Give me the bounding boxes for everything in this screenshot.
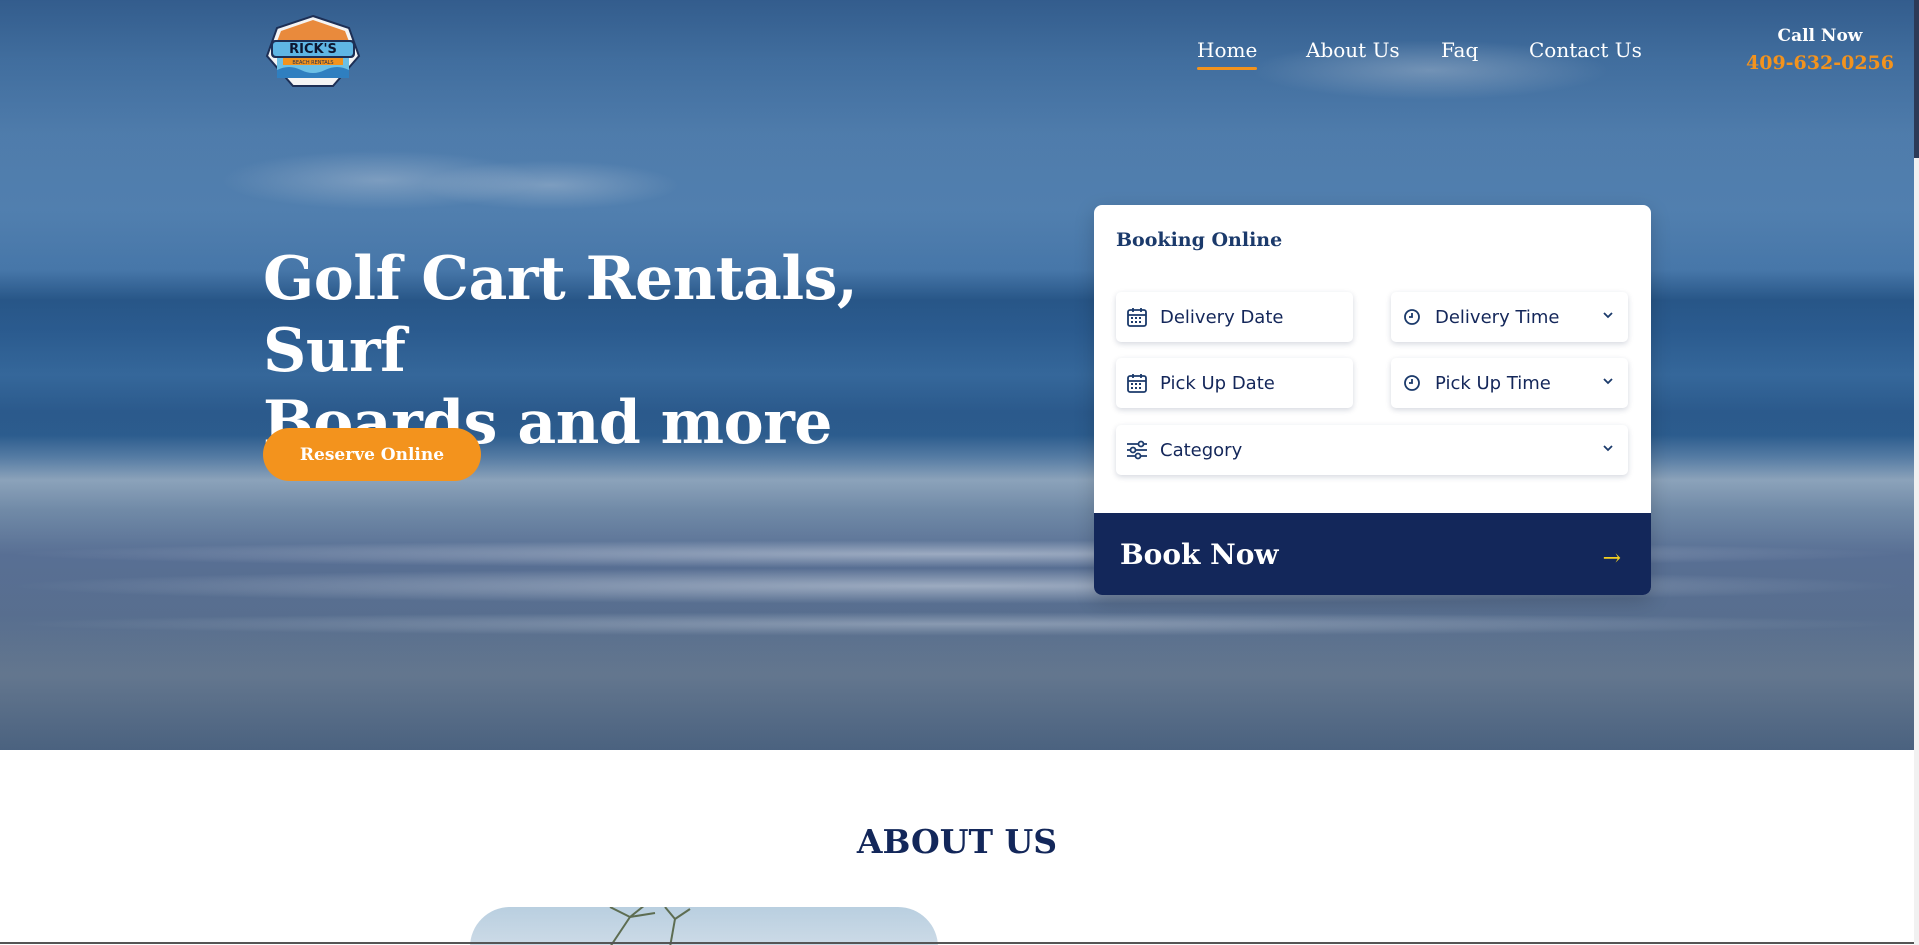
delivery-time-label: Delivery Time: [1435, 306, 1560, 328]
delivery-time-select[interactable]: Delivery Time: [1391, 292, 1628, 342]
reserve-online-button[interactable]: Reserve Online: [263, 428, 481, 481]
chevron-down-icon: [1603, 445, 1613, 452]
pickup-time-label: Pick Up Time: [1435, 372, 1551, 394]
clock-icon: [1401, 372, 1423, 394]
phone-number-link[interactable]: 409-632-0256: [1745, 52, 1895, 74]
about-us-heading: ABOUT US: [856, 822, 1058, 861]
book-now-label: Book Now: [1120, 537, 1279, 571]
sliders-icon: [1126, 439, 1148, 461]
pickup-date-label: Pick Up Date: [1160, 372, 1275, 394]
clock-icon: [1401, 306, 1423, 328]
call-now-block: Call Now 409-632-0256: [1745, 26, 1895, 74]
logo-subtext: BEACH RENTALS: [292, 60, 333, 66]
category-label: Category: [1160, 439, 1243, 461]
chevron-down-icon: [1603, 312, 1613, 319]
divider: [0, 942, 1914, 944]
calendar-icon: [1126, 306, 1148, 328]
palm-tree-image: [609, 907, 691, 945]
pickup-date-field[interactable]: Pick Up Date: [1116, 358, 1353, 408]
pickup-time-select[interactable]: Pick Up Time: [1391, 358, 1628, 408]
booking-card: Booking Online Delivery Date Delivery Ti…: [1094, 205, 1651, 595]
call-now-label: Call Now: [1777, 26, 1863, 46]
delivery-date-field[interactable]: Delivery Date: [1116, 292, 1353, 342]
delivery-date-label: Delivery Date: [1160, 306, 1284, 328]
calendar-icon: [1126, 372, 1148, 394]
ricks-logo[interactable]: RICK'S BEACH RENTALS: [263, 14, 363, 90]
hero-title-line1: Golf Cart Rentals, Surf: [263, 244, 858, 386]
scrollbar-thumb[interactable]: [1914, 0, 1919, 158]
about-us-image: [470, 907, 938, 945]
nav-about-us[interactable]: About Us: [1306, 38, 1400, 62]
category-select[interactable]: Category: [1116, 425, 1628, 475]
logo-text: RICK'S: [289, 42, 337, 57]
nav-home[interactable]: Home: [1197, 38, 1258, 70]
arrow-right-icon: →: [1602, 546, 1621, 571]
page-scrollbar[interactable]: [1914, 0, 1919, 945]
hero-title: Golf Cart Rentals, Surf Boards and more: [263, 243, 983, 459]
nav-contact-us[interactable]: Contact Us: [1529, 38, 1642, 62]
nav-faq[interactable]: Faq: [1441, 38, 1478, 62]
hero-section: RICK'S BEACH RENTALS Home About Us Faq C…: [0, 0, 1914, 750]
chevron-down-icon: [1603, 378, 1613, 385]
booking-title: Booking Online: [1116, 229, 1283, 251]
book-now-button[interactable]: Book Now →: [1094, 513, 1651, 595]
